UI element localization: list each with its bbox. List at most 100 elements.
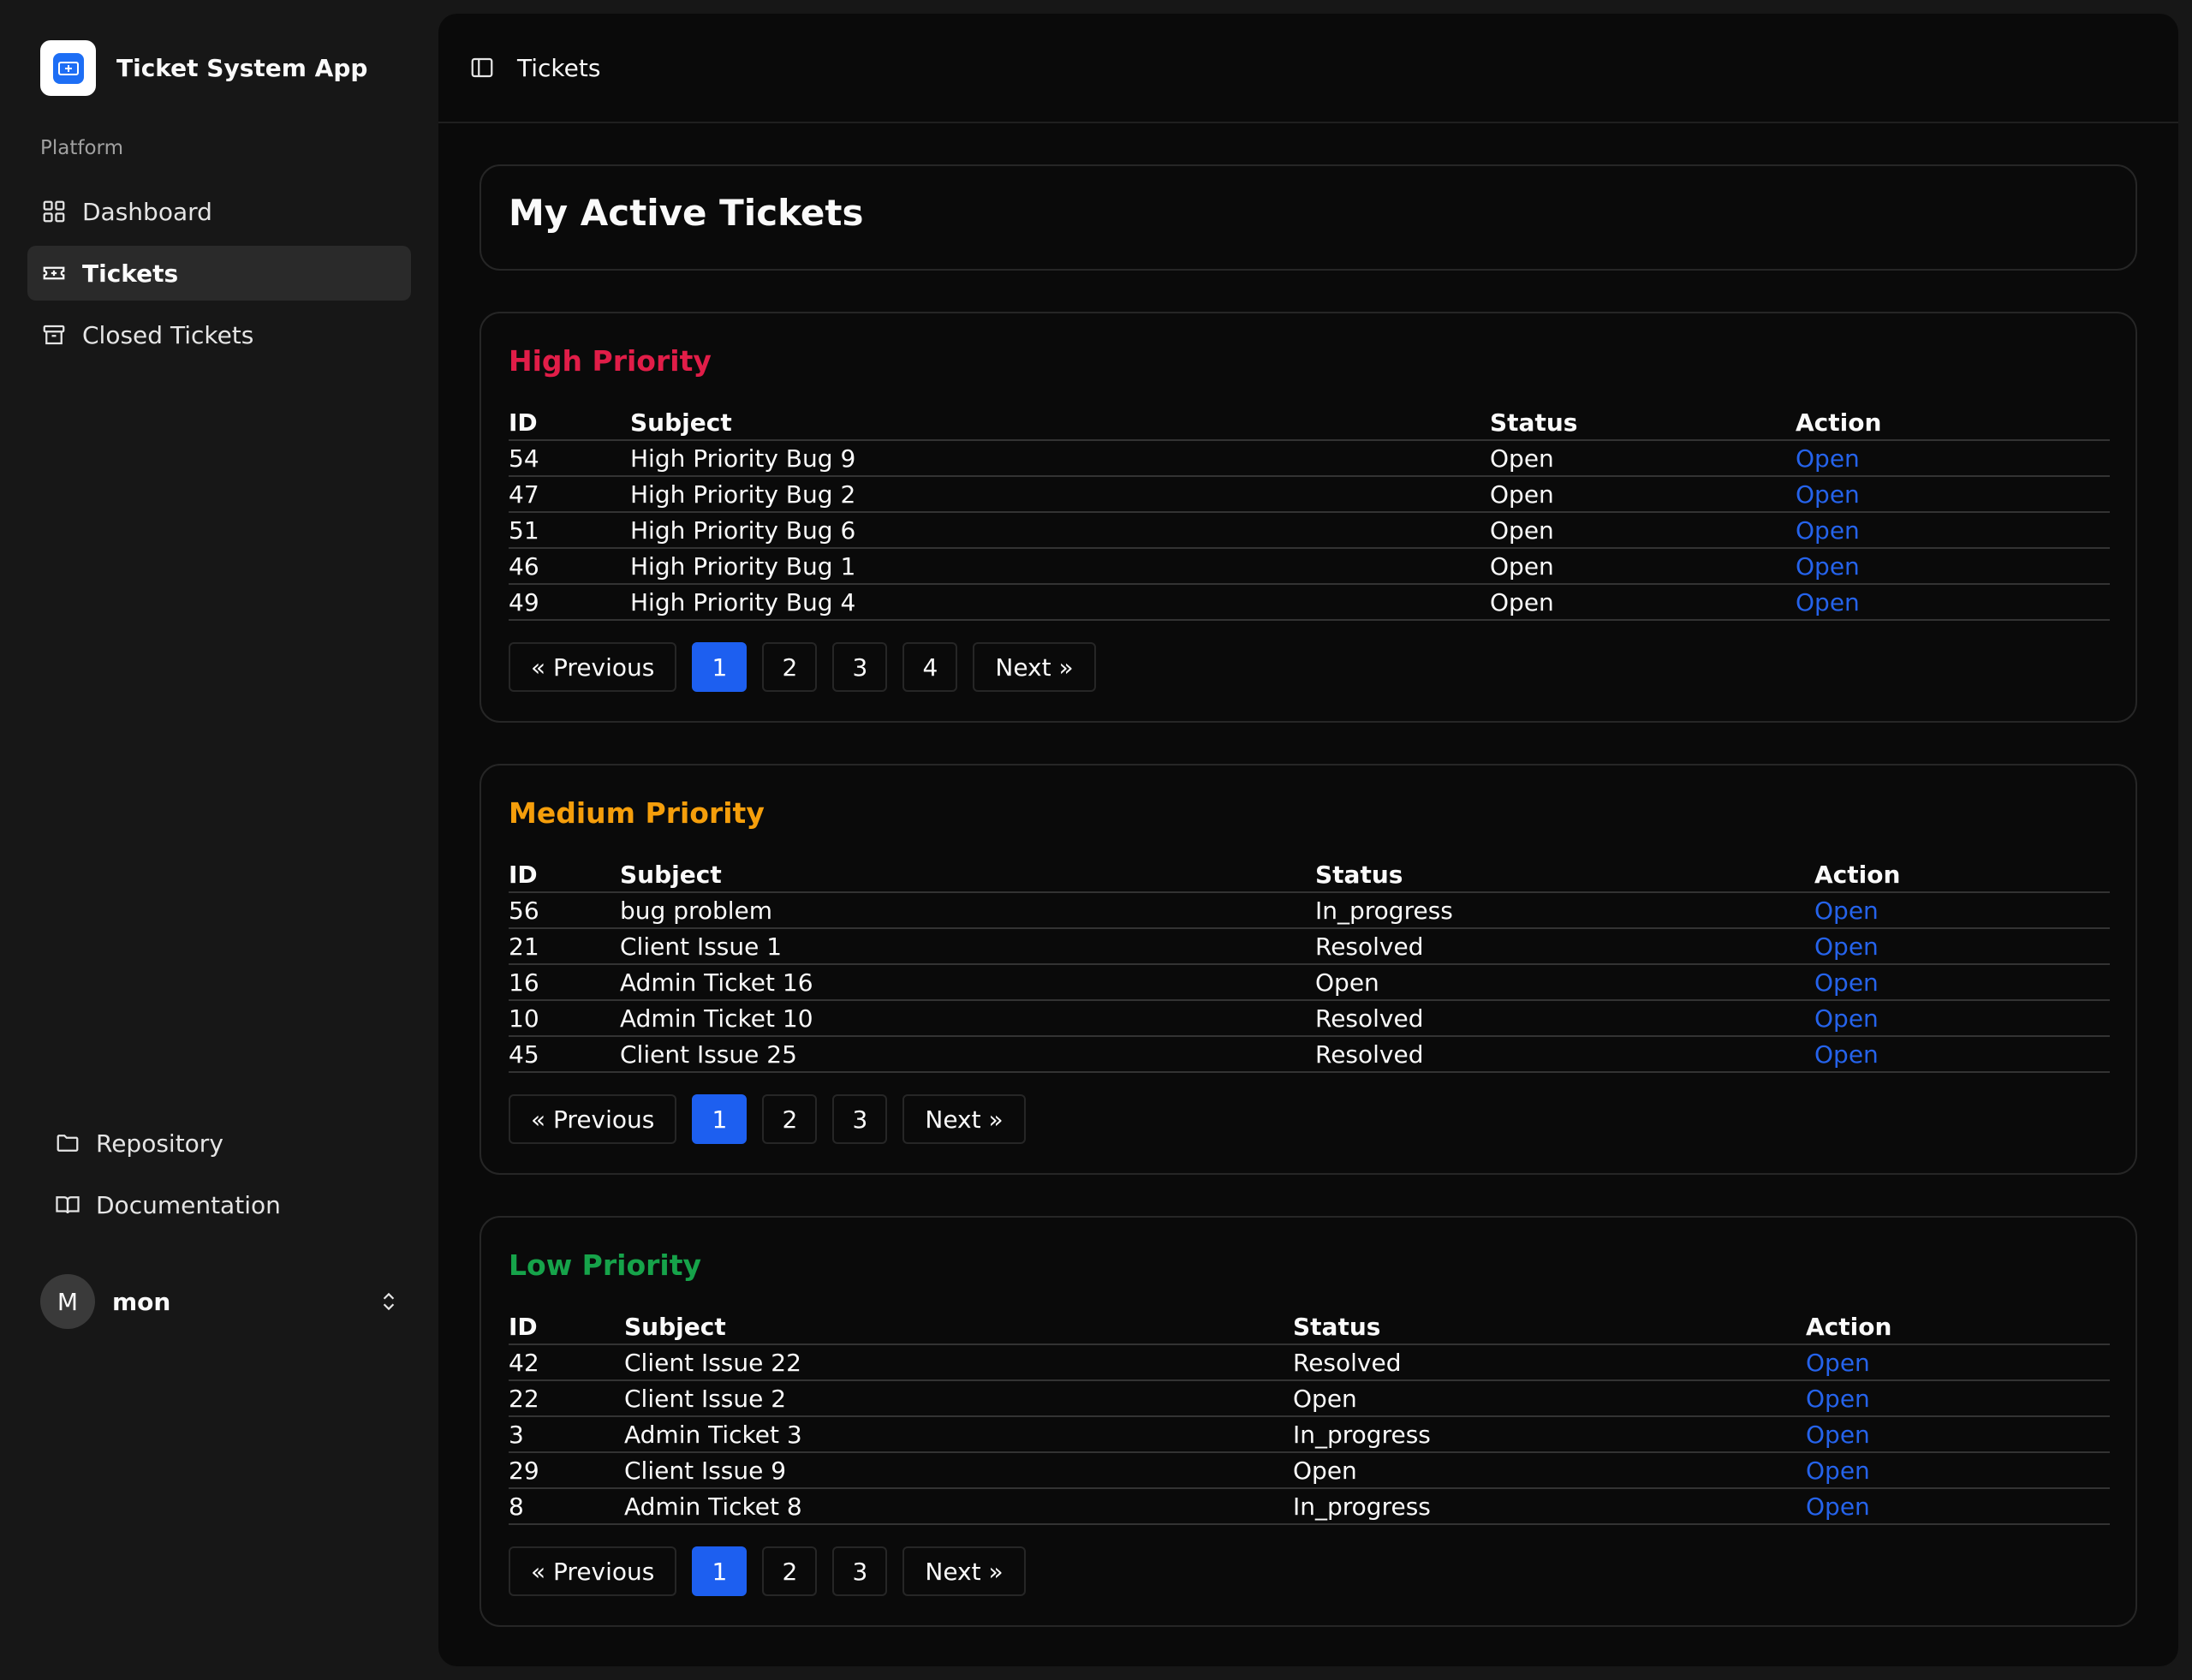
ticket-subject: Client Issue 9 (624, 1452, 1293, 1489)
ticket-subject: Client Issue 1 (620, 928, 1315, 965)
page-button-3[interactable]: 3 (832, 642, 888, 692)
open-ticket-link[interactable]: Open (1814, 968, 1879, 997)
table-row: 46 High Priority Bug 1 Open Open (509, 548, 2110, 585)
previous-page-button[interactable]: « Previous (509, 1094, 677, 1144)
main-content: Tickets My Active Tickets High Priority … (438, 14, 2178, 1666)
primary-nav: Dashboard Tickets Closed Tickets (27, 184, 411, 369)
page-button-1[interactable]: 1 (692, 1546, 748, 1596)
chevrons-up-down-icon[interactable] (378, 1290, 400, 1313)
app-title: Ticket System App (116, 54, 368, 82)
ticket-status: Resolved (1315, 1000, 1814, 1037)
open-ticket-link[interactable]: Open (1806, 1385, 1870, 1413)
page-button-1[interactable]: 1 (692, 642, 748, 692)
ticket-icon (43, 266, 65, 280)
folder-icon (57, 1135, 79, 1152)
page-button-3[interactable]: 3 (832, 1546, 888, 1596)
ticket-id: 10 (509, 1000, 620, 1037)
user-name: mon (112, 1287, 171, 1316)
open-ticket-link[interactable]: Open (1796, 552, 1860, 581)
sidebar-toggle-icon[interactable] (469, 55, 495, 80)
column-header-subject: Subject (620, 858, 1315, 893)
sidebar-item-label: Tickets (82, 259, 179, 288)
sidebar-item-repository[interactable]: Repository (41, 1116, 411, 1171)
medium-priority-card: Medium Priority ID Subject Status Action… (480, 764, 2137, 1175)
page-button-3[interactable]: 3 (832, 1094, 888, 1144)
open-ticket-link[interactable]: Open (1796, 444, 1860, 473)
ticket-subject: High Priority Bug 1 (630, 548, 1490, 585)
page-button-1[interactable]: 1 (692, 1094, 748, 1144)
page-button-2[interactable]: 2 (762, 1546, 818, 1596)
open-ticket-link[interactable]: Open (1814, 1004, 1879, 1033)
page-breadcrumb: Tickets (517, 53, 601, 82)
ticket-subject: High Priority Bug 2 (630, 476, 1490, 513)
ticket-status: Resolved (1315, 1036, 1814, 1073)
nav-group-label: Platform (40, 137, 123, 159)
open-ticket-link[interactable]: Open (1806, 1421, 1870, 1449)
column-header-action: Action (1814, 858, 2110, 893)
ticket-status: Resolved (1315, 928, 1814, 965)
table-row: 54 High Priority Bug 9 Open Open (509, 440, 2110, 477)
ticket-subject: Admin Ticket 3 (624, 1416, 1293, 1453)
table-row: 29 Client Issue 9 Open Open (509, 1452, 2110, 1489)
open-ticket-link[interactable]: Open (1796, 516, 1860, 545)
ticket-status: Open (1490, 440, 1796, 477)
open-ticket-link[interactable]: Open (1806, 1492, 1870, 1521)
page-button-2[interactable]: 2 (762, 642, 818, 692)
ticket-id: 8 (509, 1488, 624, 1525)
open-ticket-link[interactable]: Open (1806, 1349, 1870, 1377)
ticket-id: 51 (509, 512, 630, 549)
table-header-row: ID Subject Status Action (509, 1310, 2110, 1345)
ticket-status: In_progress (1293, 1416, 1806, 1453)
tickets-table: ID Subject Status Action 42 Client Issue… (509, 1310, 2110, 1525)
ticket-status: Open (1293, 1380, 1806, 1417)
ticket-status: Resolved (1293, 1344, 1806, 1381)
sidebar-item-label: Documentation (96, 1190, 281, 1219)
column-header-action: Action (1806, 1310, 2110, 1345)
open-ticket-link[interactable]: Open (1796, 588, 1860, 617)
next-page-button[interactable]: Next » (902, 1546, 1026, 1596)
open-ticket-link[interactable]: Open (1814, 1040, 1879, 1069)
table-row: 56 bug problem In_progress Open (509, 892, 2110, 929)
page-button-4[interactable]: 4 (902, 642, 958, 692)
table-row: 45 Client Issue 25 Resolved Open (509, 1036, 2110, 1073)
sidebar-item-closed-tickets[interactable]: Closed Tickets (27, 307, 411, 362)
open-ticket-link[interactable]: Open (1796, 480, 1860, 509)
previous-page-button[interactable]: « Previous (509, 642, 677, 692)
open-ticket-link[interactable]: Open (1806, 1457, 1870, 1485)
sidebar-item-documentation[interactable]: Documentation (41, 1177, 411, 1232)
tickets-table: ID Subject Status Action 56 bug problem … (509, 858, 2110, 1073)
ticket-id: 47 (509, 476, 630, 513)
previous-page-button[interactable]: « Previous (509, 1546, 677, 1596)
table-row: 10 Admin Ticket 10 Resolved Open (509, 1000, 2110, 1037)
next-page-button[interactable]: Next » (902, 1094, 1026, 1144)
ticket-status: Open (1293, 1452, 1806, 1489)
table-row: 16 Admin Ticket 16 Open Open (509, 964, 2110, 1001)
user-menu[interactable]: M mon (40, 1272, 400, 1331)
next-page-button[interactable]: Next » (973, 642, 1096, 692)
ticket-id: 3 (509, 1416, 624, 1453)
ticket-status: In_progress (1293, 1488, 1806, 1525)
ticket-id: 21 (509, 928, 620, 965)
ticket-status: Open (1490, 584, 1796, 621)
table-row: 3 Admin Ticket 3 In_progress Open (509, 1416, 2110, 1453)
page-button-2[interactable]: 2 (762, 1094, 818, 1144)
sidebar-item-dashboard[interactable]: Dashboard (27, 184, 411, 239)
ticket-id: 46 (509, 548, 630, 585)
column-header-status: Status (1490, 406, 1796, 441)
open-ticket-link[interactable]: Open (1814, 897, 1879, 925)
ticket-id: 16 (509, 964, 620, 1001)
column-header-status: Status (1293, 1310, 1806, 1345)
ticket-subject: Admin Ticket 10 (620, 1000, 1315, 1037)
ticket-status: Open (1315, 964, 1814, 1001)
section-title: High Priority (509, 344, 712, 378)
brand[interactable]: Ticket System App (40, 40, 367, 96)
page-title-card: My Active Tickets (480, 164, 2137, 271)
open-ticket-link[interactable]: Open (1814, 932, 1879, 961)
sidebar-item-tickets[interactable]: Tickets (27, 246, 411, 301)
ticket-id: 49 (509, 584, 630, 621)
ticket-id: 45 (509, 1036, 620, 1073)
page-title: My Active Tickets (509, 192, 864, 234)
ticket-status: Open (1490, 512, 1796, 549)
ticket-subject: Admin Ticket 16 (620, 964, 1315, 1001)
ticket-status: Open (1490, 476, 1796, 513)
